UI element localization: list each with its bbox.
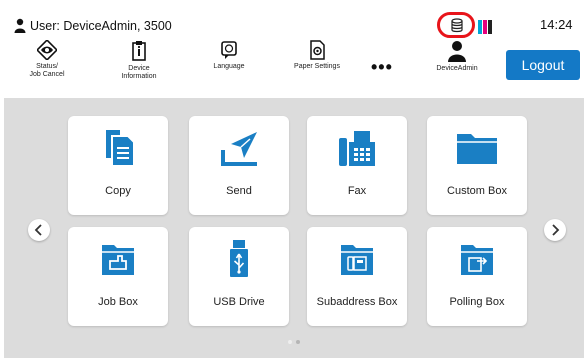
status-job-cancel-button[interactable]: Status/ Job Cancel [5,40,89,79]
subaddress-box-icon [341,245,373,275]
usb-drive-tile[interactable]: USB Drive [189,227,289,326]
polling-box-icon [461,245,493,275]
subaddress-box-label: Subaddress Box [316,296,398,308]
next-page-button[interactable] [544,219,566,241]
page-dot-1 [288,340,292,344]
copy-tile[interactable]: Copy [68,116,168,215]
toner-black-bar [488,20,492,34]
page-dot-2 [296,340,300,344]
subaddress-box-tile[interactable]: Subaddress Box [307,227,407,326]
status-eye-icon [37,40,57,60]
user-label: User: DeviceAdmin, 3500 [30,18,172,33]
send-tile[interactable]: Send [189,116,289,215]
custom-box-tile[interactable]: Custom Box [427,116,527,215]
job-box-icon [102,245,134,275]
device-admin-user-icon [448,41,466,62]
fax-label: Fax [347,185,367,197]
folder-icon [457,134,497,164]
custom-box-label: Custom Box [447,185,507,197]
previous-page-button[interactable] [28,219,50,241]
send-label: Send [226,185,252,197]
device-information-button[interactable]: Device Information [97,40,181,81]
copy-icon [106,130,135,167]
toner-status[interactable] [437,12,492,38]
toner-highlight-circle [437,12,475,38]
usb-drive-icon [230,240,248,277]
language-icon [221,41,237,59]
paper-settings-icon [310,40,325,60]
send-icon [221,132,257,166]
language-button[interactable]: Language [187,40,271,71]
logout-button[interactable]: Logout [506,50,580,80]
chevron-left-icon [34,224,42,236]
toolbar: Status/ Job Cancel Device Information La… [0,40,584,96]
language-label: Language [213,63,245,70]
fax-tile[interactable]: Fax [307,116,407,215]
device-admin-label: DeviceAdmin [436,65,478,72]
toner-cyan-bar [478,20,482,34]
fax-icon [339,131,375,166]
usb-drive-label: USB Drive [213,296,265,308]
toner-magenta-bar [483,20,487,34]
clock: 14:24 [540,17,573,32]
page-indicator [288,340,300,344]
polling-box-label: Polling Box [449,296,505,308]
chevron-right-icon [552,224,560,236]
device-admin-button[interactable]: DeviceAdmin [415,40,499,73]
user-icon [14,18,26,33]
more-button[interactable]: ••• [371,57,393,78]
toner-database-icon [451,18,463,33]
device-info-icon [132,41,146,61]
job-box-label: Job Box [98,296,138,308]
status-job-cancel-label: Status/ Job Cancel [29,63,65,78]
polling-box-tile[interactable]: Polling Box [427,227,527,326]
copy-label: Copy [105,185,131,197]
paper-settings-button[interactable]: Paper Settings [275,40,359,71]
user-indicator: User: DeviceAdmin, 3500 [14,18,172,33]
job-box-tile[interactable]: Job Box [68,227,168,326]
device-information-label: Device Information [121,65,157,80]
paper-settings-label: Paper Settings [294,63,340,70]
